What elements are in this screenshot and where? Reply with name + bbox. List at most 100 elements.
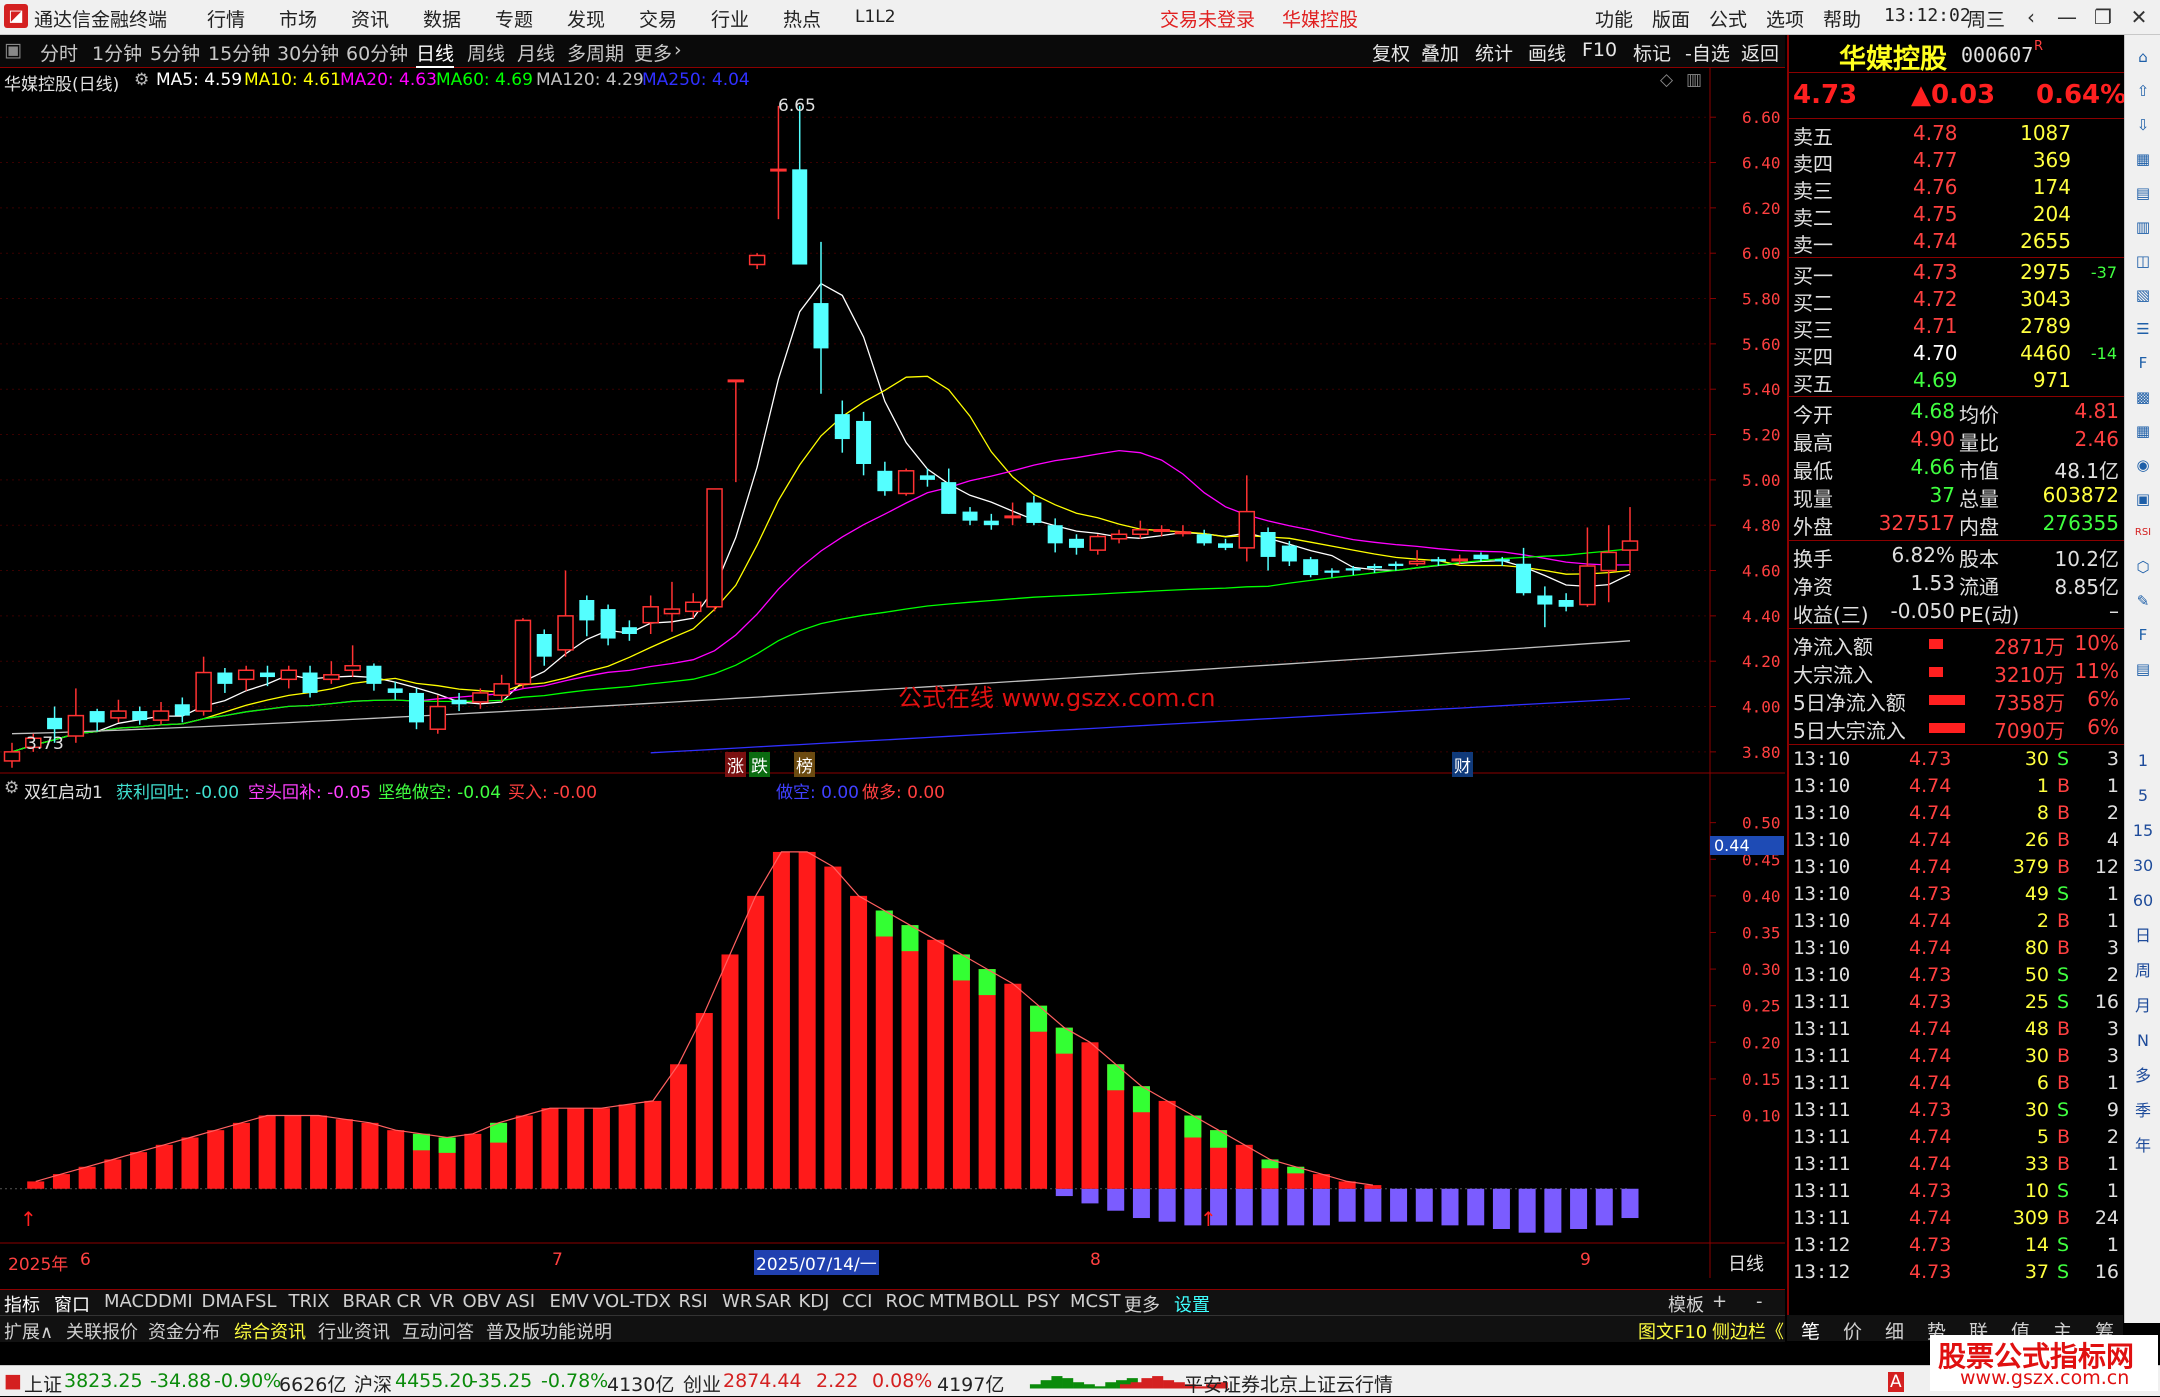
tool-biaoji[interactable]: 标记 [1633, 39, 1671, 66]
tick-row[interactable]: 13:11 4.74 30 B 3 [1789, 1045, 2125, 1072]
menu-hangqing[interactable]: 行情 [207, 5, 245, 32]
quote-tab-0[interactable]: 笔 [1801, 1317, 1820, 1344]
grid-icon[interactable]: ▦ [2129, 145, 2157, 173]
indicator-tab-20[interactable]: MTM [929, 1291, 971, 1312]
quote-tab-2[interactable]: 细 [1885, 1317, 1904, 1344]
period-side-3[interactable]: 30 [2129, 852, 2157, 880]
indicator-tab-11[interactable]: ASI [506, 1291, 535, 1312]
period-side-6[interactable]: 周 [2129, 957, 2157, 985]
tick-row[interactable]: 13:12 4.73 14 S 1 [1789, 1234, 2125, 1261]
cy-index-name[interactable]: 创业 [683, 1370, 721, 1397]
menu-zixun[interactable]: 资讯 [351, 5, 389, 32]
indicator-tab-8[interactable]: CR [397, 1291, 422, 1312]
tool-f10[interactable]: F10 [1582, 39, 1617, 61]
tool-fanhui[interactable]: 返回 [1741, 39, 1779, 66]
period-daily[interactable]: 日线 [416, 39, 455, 68]
tick-row[interactable]: 13:11 4.74 48 B 3 [1789, 1018, 2125, 1045]
indicator-tab-10[interactable]: OBV [463, 1291, 501, 1312]
template-tab-2[interactable]: - [1756, 1291, 1763, 1312]
period-fenshi[interactable]: 分时 [40, 39, 78, 66]
indicator-tab-17[interactable]: KDJ [799, 1291, 830, 1312]
tick-row[interactable]: 13:11 4.74 33 B 1 [1789, 1153, 2125, 1180]
rsi-icon[interactable]: RSI [2129, 519, 2157, 547]
bottom-tab-2[interactable]: 资金分布 [148, 1318, 220, 1344]
bid-row[interactable]: 买三 4.71 2789 [1789, 314, 2125, 342]
menu-shuju[interactable]: 数据 [423, 5, 461, 32]
period-weekly[interactable]: 周线 [467, 39, 505, 66]
tick-row[interactable]: 13:10 4.74 26 B 4 [1789, 829, 2125, 856]
tick-row[interactable]: 13:11 4.74 309 B 24 [1789, 1207, 2125, 1234]
period-5min[interactable]: 5分钟 [150, 39, 200, 66]
chart-canvas[interactable]: 6.60 6.40 6.20 6.00 5.80 5.60 5.40 5.20 5.00 4.80… [0, 68, 1785, 1288]
ask-row[interactable]: 卖三 4.76 174 [1789, 175, 2125, 203]
tick-row[interactable]: 13:10 4.73 30 S 3 [1789, 748, 2125, 775]
bottom-tab-1[interactable]: 关联报价 [66, 1318, 138, 1344]
ask-row[interactable]: 卖五 4.78 1087 [1789, 121, 2125, 149]
indicator-tab-0[interactable]: 指标 [4, 1291, 40, 1317]
indicator-tab-25[interactable]: 设置 [1174, 1291, 1210, 1317]
block-icon[interactable]: ▩ [2129, 383, 2157, 411]
bottom-right-tab-1[interactable]: 侧边栏《 [1712, 1318, 1784, 1344]
indicator-tab-2[interactable]: MACD [104, 1291, 158, 1312]
period-side-11[interactable]: 年 [2129, 1132, 2157, 1160]
template-tab-1[interactable]: + [1712, 1291, 1727, 1312]
menu-bangzhu[interactable]: 帮助 [1823, 5, 1861, 32]
indicator-tab-19[interactable]: ROC [886, 1291, 925, 1312]
indicator-tab-3[interactable]: DMI [158, 1291, 193, 1312]
period-monthly[interactable]: 月线 [517, 39, 555, 66]
indicator-tab-18[interactable]: CCI [842, 1291, 872, 1312]
tick-row[interactable]: 13:10 4.74 1 B 1 [1789, 775, 2125, 802]
period-30min[interactable]: 30分钟 [277, 39, 339, 66]
menu-zhuanti[interactable]: 专题 [495, 5, 533, 32]
tick-row[interactable]: 13:10 4.74 379 B 12 [1789, 856, 2125, 883]
marker-cai[interactable]: 财 [1452, 752, 1473, 777]
hex-icon[interactable]: ⬡ [2129, 553, 2157, 581]
template-tab-0[interactable]: 模板 [1668, 1291, 1704, 1317]
period-multi[interactable]: 多周期 [567, 39, 624, 66]
period-side-2[interactable]: 15 [2129, 817, 2157, 845]
period-side-7[interactable]: 月 [2129, 992, 2157, 1020]
target-icon[interactable]: ◉ [2129, 451, 2157, 479]
period-1min[interactable]: 1分钟 [92, 39, 142, 66]
back-icon[interactable]: ‹ [2013, 2, 2049, 32]
bottom-tab-5[interactable]: 互动问答 [402, 1318, 474, 1344]
menu-faxian[interactable]: 发现 [567, 5, 605, 32]
indicator-tab-23[interactable]: MCST [1070, 1291, 1121, 1312]
sh-index-name[interactable]: 上证 [24, 1370, 62, 1397]
indicator-tab-1[interactable]: 窗口 [54, 1291, 90, 1317]
bottom-right-tab-0[interactable]: 图文F10 [1638, 1318, 1707, 1344]
bottom-tab-3[interactable]: 综合资讯 [234, 1318, 306, 1344]
menu-gongshi[interactable]: 公式 [1709, 5, 1747, 32]
menu-gongneng[interactable]: 功能 [1595, 5, 1633, 32]
period-side-9[interactable]: 多 [2129, 1062, 2157, 1090]
menu-xuanxiang[interactable]: 选项 [1766, 5, 1804, 32]
list-icon[interactable]: ▤ [2129, 179, 2157, 207]
quote-tab-1[interactable]: 价 [1843, 1317, 1862, 1344]
pen-icon[interactable]: ✎ [2129, 587, 2157, 615]
more-chevron-icon[interactable]: › [674, 39, 682, 61]
indicator-tab-5[interactable]: FSL [245, 1291, 277, 1312]
sz-index-name[interactable]: 沪深 [354, 1370, 392, 1397]
indicator-tab-22[interactable]: PSY [1027, 1291, 1060, 1312]
period-side-0[interactable]: 1 [2129, 747, 2157, 775]
tick-row[interactable]: 13:11 4.73 30 S 9 [1789, 1099, 2125, 1126]
indicator-tab-4[interactable]: DMA [202, 1291, 244, 1312]
period-side-1[interactable]: 5 [2129, 782, 2157, 810]
menu-l1l2[interactable]: L1L2 [855, 7, 896, 27]
sheet-icon[interactable]: ▤ [2129, 655, 2157, 683]
period-15min[interactable]: 15分钟 [208, 39, 270, 66]
menu-jiaoyi[interactable]: 交易 [639, 5, 677, 32]
indicator-tab-9[interactable]: VR [430, 1291, 455, 1312]
marker-zhang[interactable]: 涨 [725, 752, 746, 777]
fs-icon[interactable]: F [2129, 621, 2157, 649]
tick-row[interactable]: 13:11 4.73 10 S 1 [1789, 1180, 2125, 1207]
period-60min[interactable]: 60分钟 [346, 39, 408, 66]
menu-shichang[interactable]: 市场 [279, 5, 317, 32]
indicator-tab-16[interactable]: SAR [755, 1291, 792, 1312]
menu-banmian[interactable]: 版面 [1652, 5, 1690, 32]
tool-tongji[interactable]: 统计 [1475, 39, 1513, 66]
tool-zixuan[interactable]: -自选 [1685, 39, 1730, 66]
chart-collapse-icon[interactable]: ▥ [1686, 70, 1702, 90]
tick-row[interactable]: 13:11 4.74 6 B 1 [1789, 1072, 2125, 1099]
ask-row[interactable]: 卖四 4.77 369 [1789, 148, 2125, 176]
